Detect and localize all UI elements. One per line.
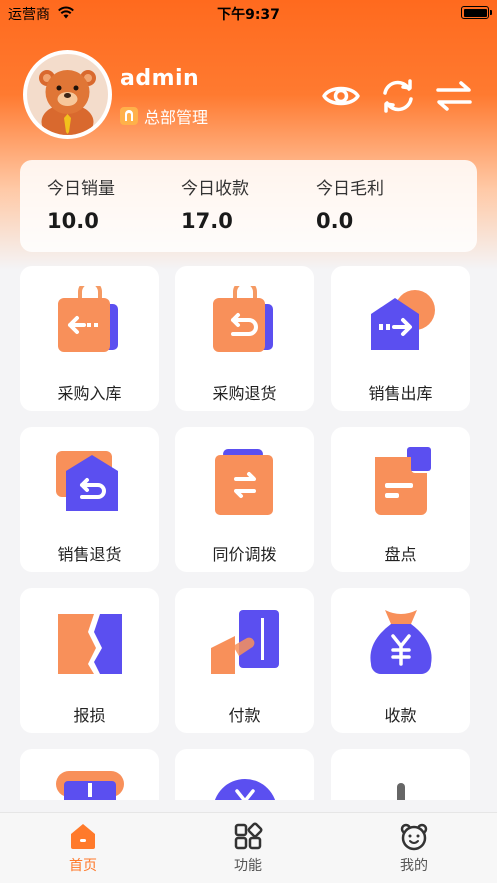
role-label: 总部管理 — [144, 108, 209, 127]
department-icon — [120, 107, 138, 125]
stat-value: 17.0 — [181, 209, 233, 233]
tile-label: 盘点 — [384, 545, 417, 564]
tile-more-2[interactable] — [175, 749, 314, 800]
stat-sales-volume: 今日销量 10.0 — [47, 174, 115, 233]
tile-label: 付款 — [228, 706, 261, 725]
tab-home[interactable]: 首页 — [23, 821, 143, 875]
transfer-icon — [215, 449, 273, 515]
stat-label: 今日收款 — [181, 179, 249, 199]
tile-label: 同价调拨 — [212, 545, 277, 564]
tile-inventory-count[interactable]: 盘点 — [331, 427, 470, 572]
tile-label: 销售出库 — [368, 384, 433, 403]
tile-label: 采购退货 — [212, 384, 277, 403]
tile-sales-return[interactable]: 销售退货 — [20, 427, 159, 572]
tile-purchase-return[interactable]: 采购退货 — [175, 266, 314, 411]
stat-value: 10.0 — [47, 209, 99, 233]
currency-icon — [214, 779, 276, 800]
tile-label: 收款 — [384, 706, 417, 725]
stat-label: 今日销量 — [47, 179, 115, 199]
purchase-in-icon — [58, 286, 118, 352]
inventory-count-icon — [375, 447, 431, 515]
tile-more-1[interactable] — [20, 749, 159, 800]
tile-damage-report[interactable]: 报损 — [20, 588, 159, 733]
tab-label: 首页 — [69, 858, 97, 874]
damage-report-icon — [58, 614, 122, 674]
payment-icon — [211, 610, 279, 674]
today-stats-card: 今日销量 10.0 今日收款 17.0 今日毛利 0.0 — [20, 160, 477, 252]
tile-label: 采购入库 — [57, 384, 122, 403]
apps-icon — [234, 822, 263, 850]
stat-value: 0.0 — [316, 209, 354, 233]
bear-face-icon — [400, 823, 428, 851]
refresh-icon[interactable] — [378, 76, 418, 116]
role-badge: 总部管理 — [120, 104, 208, 128]
tile-more-3[interactable] — [331, 749, 470, 800]
stat-received: 今日收款 17.0 — [181, 174, 249, 233]
tile-payment[interactable]: 付款 — [175, 588, 314, 733]
tab-label: 我的 — [400, 858, 428, 874]
tile-transfer[interactable]: 同价调拨 — [175, 427, 314, 572]
stat-label: 今日毛利 — [316, 179, 384, 199]
bear-avatar-icon — [39, 70, 96, 135]
purchase-return-icon — [213, 286, 273, 352]
function-grid: 采购入库 采购退货 销售出库 销售退货 同价调拨 盘点 报损 付款 收款 — [0, 265, 497, 800]
status-bar: 运营商 下午9:37 — [0, 0, 497, 26]
status-time: 下午9:37 — [217, 7, 280, 23]
stat-gross-profit: 今日毛利 0.0 — [316, 174, 384, 233]
inventory-box-icon — [56, 771, 124, 800]
tile-label: 销售退货 — [57, 545, 122, 564]
tile-label: 报损 — [73, 706, 106, 725]
bottom-tab-bar: 首页 功能 我的 — [0, 812, 497, 883]
tab-label: 功能 — [234, 858, 262, 874]
switch-icon[interactable] — [434, 76, 474, 116]
receipt-icon — [370, 610, 432, 674]
tile-receipt[interactable]: 收款 — [331, 588, 470, 733]
tile-sales-out[interactable]: 销售出库 — [331, 266, 470, 411]
sales-out-icon — [371, 290, 435, 350]
tab-functions[interactable]: 功能 — [188, 821, 308, 875]
battery-icon — [461, 6, 492, 19]
home-icon — [71, 824, 95, 849]
eye-icon[interactable] — [321, 76, 361, 116]
report-icon — [397, 783, 405, 800]
avatar[interactable] — [23, 50, 112, 139]
tab-mine[interactable]: 我的 — [354, 821, 474, 875]
sales-return-icon — [56, 451, 118, 511]
tile-purchase-in[interactable]: 采购入库 — [20, 266, 159, 411]
username: admin — [120, 66, 200, 91]
